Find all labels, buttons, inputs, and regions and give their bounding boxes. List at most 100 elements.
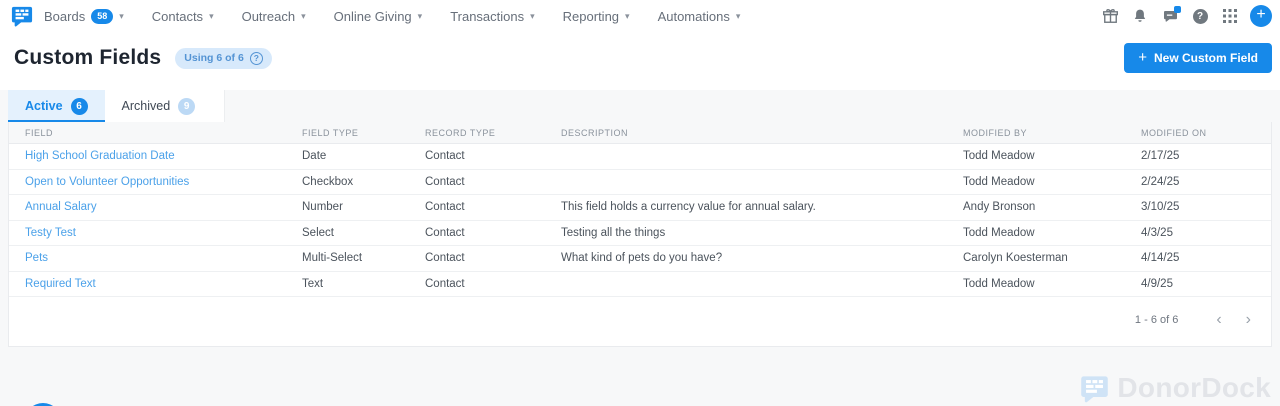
modified-on-cell: 2/24/25 <box>1125 169 1271 195</box>
nav-item-label: Outreach <box>241 8 296 24</box>
description-cell: Testing all the things <box>545 220 947 246</box>
nav-item-label: Transactions <box>450 8 525 24</box>
chat-icon[interactable] <box>1160 6 1181 26</box>
modified-by-cell: Todd Meadow <box>947 220 1125 246</box>
field-type-cell: Select <box>286 220 409 246</box>
tab-archived-count-badge: 9 <box>178 97 196 115</box>
field-type-cell: Checkbox <box>286 169 409 195</box>
field-name-link[interactable]: Open to Volunteer Opportunities <box>9 169 286 195</box>
page-title: Custom Fields <box>14 46 162 69</box>
usage-help-icon[interactable]: ? <box>249 51 263 65</box>
donordock-logo-icon[interactable] <box>11 5 33 27</box>
tab-active[interactable]: Active 6 <box>8 90 105 122</box>
watermark-label: DonorDock <box>1117 372 1271 403</box>
description-cell: This field holds a currency value for an… <box>545 194 947 221</box>
record-type-cell: Contact <box>409 194 545 221</box>
nav-item-automations[interactable]: Automations ▾ <box>658 9 741 24</box>
quick-add-button[interactable]: + <box>1250 5 1272 27</box>
field-type-cell: Multi-Select <box>286 245 409 272</box>
chevron-down-icon: ▾ <box>301 10 306 21</box>
table-header-row: Field Field Type Record Type Description… <box>9 122 1271 144</box>
column-header-modified-on: Modified On <box>1125 122 1271 144</box>
field-name-link[interactable]: Annual Salary <box>9 194 286 221</box>
nav-item-online-giving[interactable]: Online Giving ▾ <box>334 9 423 24</box>
modified-by-cell: Todd Meadow <box>947 271 1125 297</box>
nav-menu: Boards 58 ▾ Contacts ▾ Outreach ▾ Online… <box>44 8 741 24</box>
modified-by-cell: Todd Meadow <box>947 143 1125 170</box>
description-cell <box>545 143 947 170</box>
modified-on-cell: 4/14/25 <box>1125 245 1271 272</box>
nav-item-reporting[interactable]: Reporting ▾ <box>563 9 630 24</box>
chevron-right-icon: › <box>1245 311 1251 328</box>
field-type-cell: Date <box>286 143 409 170</box>
next-page-button[interactable]: › <box>1242 312 1255 328</box>
field-type-cell: Number <box>286 194 409 221</box>
notification-dot <box>1174 6 1181 13</box>
column-header-field-type: Field Type <box>286 122 409 144</box>
previous-page-button[interactable]: ‹ <box>1212 312 1225 328</box>
bell-icon[interactable] <box>1130 6 1150 26</box>
nav-item-contacts[interactable]: Contacts ▾ <box>152 9 214 24</box>
nav-item-outreach[interactable]: Outreach ▾ <box>242 9 306 24</box>
nav-utility-icons: ? + <box>1100 5 1272 27</box>
pagination: 1 - 6 of 6 ‹ › <box>9 297 1271 346</box>
field-name-link[interactable]: High School Graduation Date <box>9 143 286 170</box>
tab-bar: Active 6 Archived 9 <box>0 90 1280 122</box>
boards-count-badge: 58 <box>91 8 114 24</box>
column-header-description: Description <box>545 122 947 144</box>
description-cell <box>545 271 947 297</box>
nav-item-label: Automations <box>657 8 730 24</box>
new-custom-field-label: New Custom Field <box>1153 51 1258 65</box>
record-type-cell: Contact <box>409 220 545 246</box>
tab-active-label: Active <box>25 99 63 113</box>
nav-item-label: Online Giving <box>333 8 412 24</box>
new-custom-field-button[interactable]: + New Custom Field <box>1124 43 1272 73</box>
table-row: High School Graduation Date Date Contact… <box>9 143 1271 170</box>
nav-item-boards[interactable]: Boards 58 ▾ <box>44 8 124 24</box>
modified-on-cell: 3/10/25 <box>1125 194 1271 221</box>
modified-by-cell: Carolyn Koesterman <box>947 245 1125 272</box>
modified-by-cell: Andy Bronson <box>947 194 1125 221</box>
pagination-range: 1 - 6 of 6 <box>1134 314 1179 326</box>
chevron-down-icon: ▾ <box>735 10 741 21</box>
record-type-cell: Contact <box>409 271 545 297</box>
column-header-record-type: Record Type <box>409 122 545 144</box>
record-type-cell: Contact <box>409 143 545 170</box>
tab-archived-label: Archived <box>121 99 171 113</box>
top-navbar: Boards 58 ▾ Contacts ▾ Outreach ▾ Online… <box>0 0 1280 32</box>
record-type-cell: Contact <box>409 245 545 272</box>
column-header-field: Field <box>9 122 286 144</box>
modified-on-cell: 4/9/25 <box>1125 271 1271 297</box>
custom-fields-table-container: Field Field Type Record Type Description… <box>8 122 1272 347</box>
chevron-down-icon: ▾ <box>625 10 630 21</box>
tab-group: Active 6 Archived 9 <box>8 90 226 122</box>
field-name-link[interactable]: Testy Test <box>9 220 286 246</box>
field-name-link[interactable]: Required Text <box>9 271 286 297</box>
apps-grid-icon[interactable] <box>1220 6 1240 26</box>
tab-active-count-badge: 6 <box>70 97 88 115</box>
description-cell: What kind of pets do you have? <box>545 245 947 272</box>
modified-by-cell: Todd Meadow <box>947 169 1125 195</box>
chevron-down-icon: ▾ <box>417 10 423 21</box>
description-cell <box>545 169 947 195</box>
plus-icon: + <box>1256 6 1266 23</box>
nav-item-label: Boards <box>44 8 86 24</box>
chevron-down-icon: ▾ <box>209 10 214 21</box>
table-row: Testy Test Select Contact Testing all th… <box>9 220 1271 246</box>
usage-badge: Using 6 of 6 ? <box>175 47 272 69</box>
donordock-watermark-icon <box>1081 375 1109 402</box>
usage-badge-label: Using 6 of 6 <box>184 52 244 64</box>
nav-item-transactions[interactable]: Transactions ▾ <box>450 9 534 24</box>
column-header-modified-by: Modified By <box>947 122 1125 144</box>
chevron-down-icon: ▾ <box>119 10 124 21</box>
table-row: Pets Multi-Select Contact What kind of p… <box>9 245 1271 272</box>
field-name-link[interactable]: Pets <box>9 245 286 272</box>
custom-fields-table: Field Field Type Record Type Description… <box>9 122 1271 297</box>
chevron-left-icon: ‹ <box>1216 311 1222 328</box>
tab-archived[interactable]: Archived 9 <box>105 90 213 122</box>
gift-icon[interactable] <box>1100 6 1120 26</box>
help-glyph: ? <box>253 53 259 63</box>
table-row: Annual Salary Number Contact This field … <box>9 194 1271 221</box>
help-icon[interactable]: ? <box>1190 6 1210 26</box>
chevron-down-icon: ▾ <box>530 10 535 21</box>
